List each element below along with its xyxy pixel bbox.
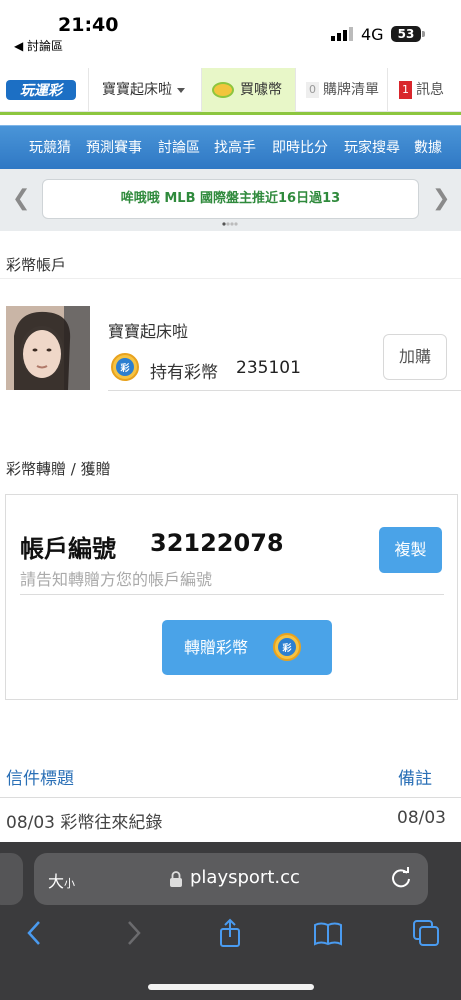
site-logo-text: 玩運彩	[20, 83, 65, 99]
ticker-text: MLB 國際盤主推近16日過13	[164, 191, 341, 206]
ticker-box[interactable]: 哞哦哦 MLB 國際盤主推近16日過13	[42, 179, 419, 219]
network-type: 4G	[361, 25, 384, 44]
main-menu: 玩競猜 預測賽事 討論區 找高手 即時比分 玩家搜尋 數據	[0, 125, 461, 169]
previous-tab[interactable]	[0, 853, 23, 905]
messages-label: 訊息	[416, 82, 444, 98]
coin-icon: 彩	[111, 353, 139, 381]
menu-item-predict[interactable]: 預測賽事	[86, 126, 142, 170]
divider	[0, 278, 461, 279]
coins-label: 持有彩幣	[150, 363, 218, 383]
divider	[0, 112, 461, 115]
bookmarks-icon[interactable]	[313, 918, 343, 948]
menu-item-data[interactable]: 數據	[414, 126, 442, 170]
home-indicator[interactable]	[148, 984, 314, 990]
share-icon[interactable]	[215, 918, 245, 948]
messages-link[interactable]: 1 訊息	[387, 68, 461, 112]
menu-item-live-score[interactable]: 即時比分	[272, 126, 328, 170]
menu-item-forum[interactable]: 討論區	[158, 126, 200, 170]
user-menu[interactable]: 寶寶起床啦	[88, 68, 201, 112]
back-to-app-link[interactable]: ◀ 討論區	[14, 37, 63, 54]
text-size-button[interactable]: 大小	[48, 868, 75, 892]
site-top-nav: 玩運彩 寶寶起床啦 買噱幣 0 購牌清單 1 訊息	[0, 68, 461, 112]
account-section-title: 彩幣帳戶	[6, 256, 67, 274]
divider	[108, 390, 461, 391]
lock-icon	[170, 871, 182, 887]
svg-text:彩: 彩	[281, 642, 291, 654]
url-text: playsport.cc	[190, 867, 300, 888]
tabs-icon[interactable]	[411, 918, 441, 948]
status-bar: 21:40 ◀ 討論區 4G 53	[0, 0, 461, 62]
cart-count-badge: 0	[306, 82, 319, 98]
user-menu-label: 寶寶起床啦	[102, 82, 172, 98]
coins-value: 235101	[236, 358, 301, 378]
account-number-label: 帳戶編號	[20, 535, 116, 563]
transfer-coins-button[interactable]: 轉贈彩幣 彩	[162, 620, 332, 675]
ticker-prefix: 哞哦哦	[120, 191, 160, 206]
forward-icon[interactable]	[118, 918, 148, 948]
news-ticker: ❮ 哞哦哦 MLB 國際盤主推近16日過13 ❯	[0, 169, 461, 231]
text-size-large: 大	[48, 872, 65, 891]
buy-coins-button[interactable]: 買噱幣	[201, 68, 295, 112]
copy-button[interactable]: 複製	[379, 527, 442, 573]
svg-text:彩: 彩	[119, 362, 129, 374]
divider	[20, 594, 444, 595]
account-number-hint: 請告知轉贈方您的帳戶編號	[20, 570, 213, 589]
menu-item-play-guess[interactable]: 玩競猜	[29, 126, 71, 170]
carousel-dots	[222, 222, 238, 226]
avatar	[6, 306, 90, 390]
mail-row-note: 08/03	[397, 808, 446, 828]
cart-link[interactable]: 0 購牌清單	[295, 68, 387, 112]
account-number: 32122078	[150, 529, 284, 557]
menu-item-find-experts[interactable]: 找高手	[214, 126, 256, 170]
divider	[0, 797, 461, 798]
mail-title-header: 信件標題	[6, 769, 74, 789]
add-coins-button[interactable]: 加購	[383, 334, 447, 380]
buy-coins-label: 買噱幣	[240, 82, 282, 98]
mail-note-header: 備註	[398, 769, 432, 789]
mail-row-title[interactable]: 08/03 彩幣往來紀錄	[6, 808, 162, 833]
coin-icon: 彩	[273, 633, 301, 661]
cart-label: 購牌清單	[323, 82, 379, 98]
messages-count-badge: 1	[399, 81, 412, 99]
transfer-coins-label: 轉贈彩幣	[184, 638, 249, 657]
text-size-small: 小	[64, 877, 76, 890]
menu-item-player-search[interactable]: 玩家搜尋	[344, 126, 400, 170]
signal-icon	[331, 27, 353, 41]
site-logo[interactable]: 玩運彩	[6, 78, 76, 102]
chevron-down-icon	[177, 87, 185, 93]
battery-tip	[422, 31, 425, 37]
reload-icon[interactable]	[390, 867, 412, 889]
address-bar[interactable]: 大小 playsport.cc	[34, 853, 428, 905]
back-icon[interactable]	[20, 918, 50, 948]
username: 寶寶起床啦	[108, 322, 189, 341]
battery-icon: 53	[391, 26, 421, 42]
coin-icon	[212, 82, 234, 98]
transfer-section-title: 彩幣轉贈 / 獲贈	[6, 460, 111, 478]
chevron-left-icon[interactable]: ❮	[12, 186, 30, 211]
status-time: 21:40	[58, 14, 119, 36]
chevron-right-icon[interactable]: ❯	[432, 186, 450, 211]
